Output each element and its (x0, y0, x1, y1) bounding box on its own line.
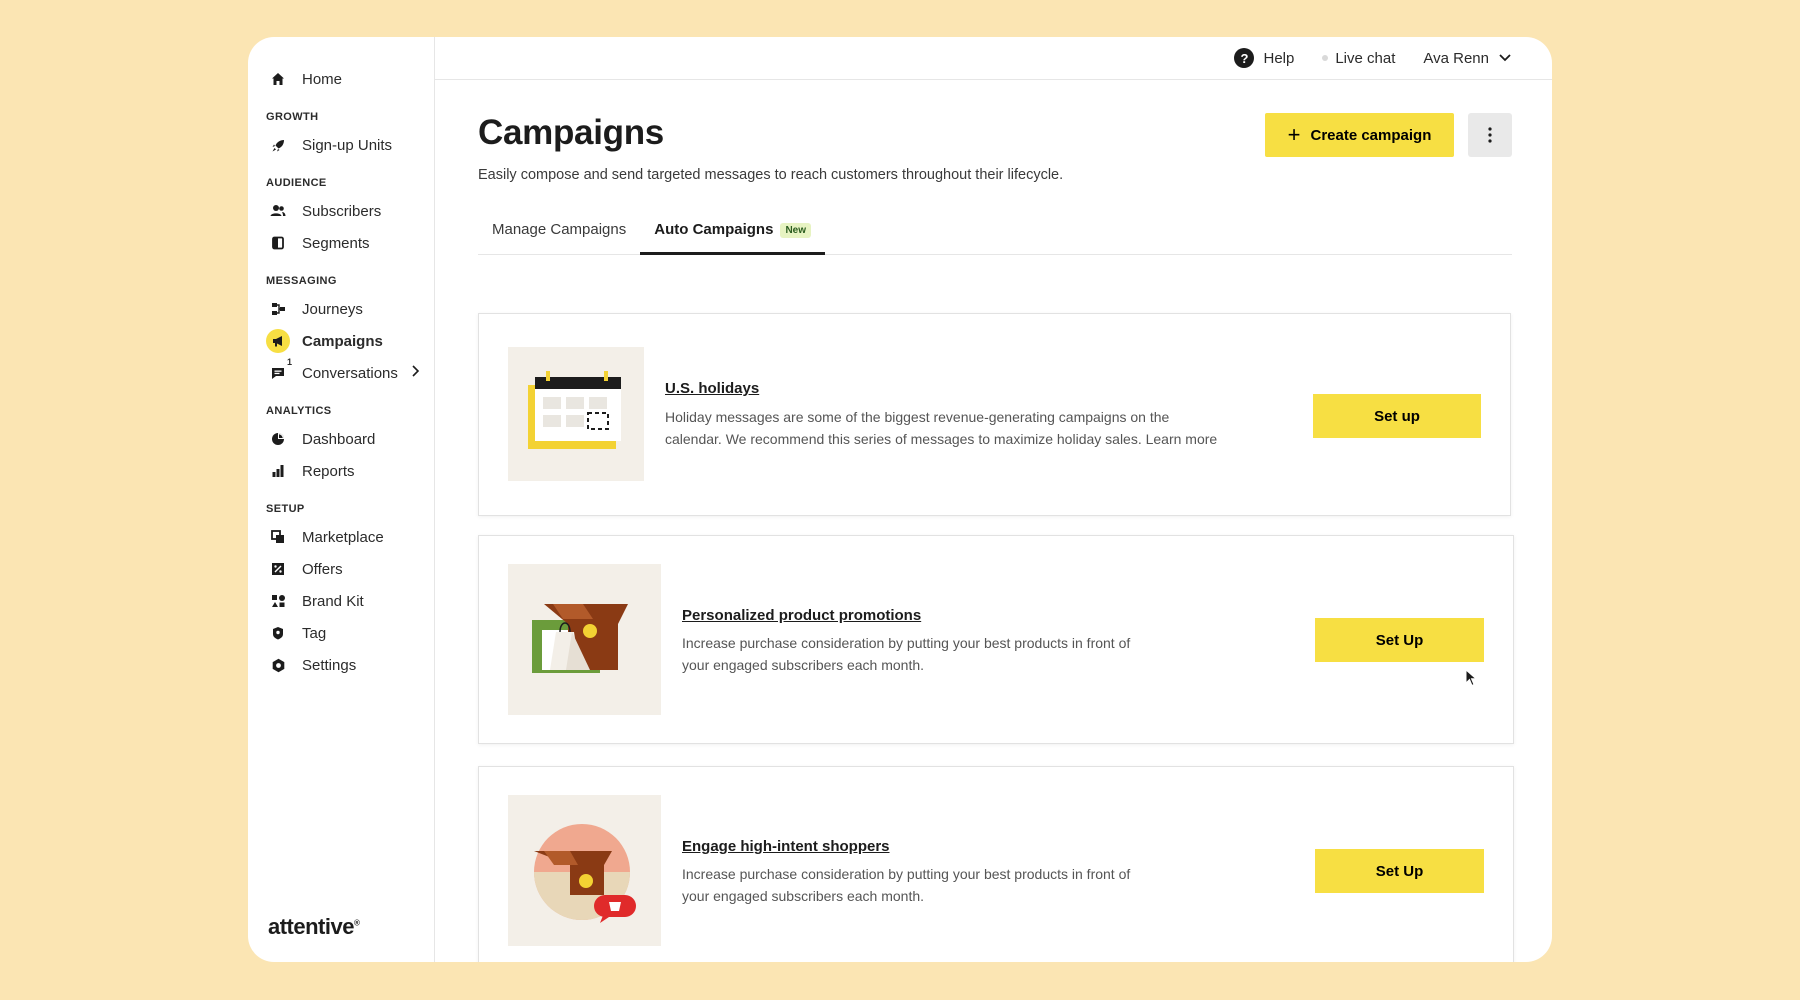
sidebar-item-journeys[interactable]: Journeys (266, 295, 434, 323)
chevron-down-icon (1498, 53, 1512, 63)
rocket-icon (266, 133, 290, 157)
sidebar-item-label: Segments (302, 234, 370, 252)
marketplace-icon (266, 525, 290, 549)
sidebar-item-label: Offers (302, 560, 343, 578)
sidebar-item-label: Home (302, 70, 343, 88)
shapes-icon (266, 589, 290, 613)
sidebar-item-label: Campaigns (302, 332, 383, 350)
campaign-card-high-intent-shoppers: Engage high-intent shoppers Increase pur… (478, 766, 1514, 962)
conversations-count-badge: 1 (287, 357, 293, 367)
sidebar-item-tag[interactable]: Tag (266, 619, 434, 647)
sidebar-item-label: Subscribers (302, 202, 382, 220)
live-chat-link[interactable]: Live chat (1322, 50, 1395, 67)
sidebar-item-label: Sign-up Units (302, 136, 393, 154)
set-up-button[interactable]: Set up (1313, 394, 1481, 438)
help-link[interactable]: ? Help (1234, 48, 1294, 68)
tabs: Manage Campaigns Auto Campaigns New (478, 213, 1512, 255)
create-campaign-button[interactable]: + Create campaign (1265, 113, 1454, 157)
sidebar-item-label: Marketplace (302, 528, 384, 546)
sidebar-item-label: Tag (302, 624, 327, 642)
sidebar-item-home[interactable]: Home (266, 65, 434, 93)
section-analytics: ANALYTICS (266, 405, 332, 417)
shopping-bag-illustration (508, 564, 661, 715)
sidebar-item-segments[interactable]: Segments (266, 229, 434, 257)
percent-tag-icon (266, 557, 290, 581)
sidebar: Home GROWTH Sign-up Units AUDIENCE Subsc… (248, 37, 435, 962)
card-title-link[interactable]: U.S. holidays (665, 380, 759, 397)
tab-manage-campaigns[interactable]: Manage Campaigns (478, 213, 640, 255)
main-area: ? Help Live chat Ava Renn Campaigns Easi… (435, 37, 1552, 962)
status-dot-icon (1322, 55, 1329, 61)
topbar: ? Help Live chat Ava Renn (435, 37, 1552, 80)
section-audience: AUDIENCE (266, 177, 327, 189)
set-up-button[interactable]: Set Up (1315, 618, 1484, 662)
section-growth: GROWTH (266, 111, 319, 123)
sidebar-item-label: Brand Kit (302, 592, 364, 610)
kebab-menu-icon (1488, 127, 1492, 143)
card-description: Increase purchase consideration by putti… (682, 866, 1131, 904)
tab-auto-campaigns[interactable]: Auto Campaigns New (640, 213, 825, 255)
campaign-card-holidays: U.S. holidays Holiday messages are some … (478, 313, 1511, 516)
sidebar-item-brand-kit[interactable]: Brand Kit (266, 587, 434, 615)
campaign-card-product-promotions: Personalized product promotions Increase… (478, 535, 1514, 744)
sidebar-item-label: Settings (302, 656, 357, 674)
tag-icon (266, 621, 290, 645)
users-icon (266, 199, 290, 223)
section-messaging: MESSAGING (266, 275, 337, 287)
card-description: Increase purchase consideration by putti… (682, 635, 1131, 673)
header-actions: + Create campaign (1265, 113, 1512, 157)
sidebar-item-settings[interactable]: Settings (266, 651, 434, 679)
home-icon (266, 67, 290, 91)
section-setup: SETUP (266, 503, 305, 515)
user-menu[interactable]: Ava Renn (1423, 50, 1512, 67)
help-icon: ? (1234, 48, 1255, 68)
page-subtitle: Easily compose and send targeted message… (478, 167, 1064, 183)
journeys-icon (266, 297, 290, 321)
plus-icon: + (1287, 122, 1301, 147)
sidebar-item-reports[interactable]: Reports (266, 457, 434, 485)
sidebar-item-campaigns[interactable]: Campaigns (266, 327, 434, 355)
attentive-logo[interactable]: attentive® (268, 914, 360, 940)
calendar-illustration (508, 347, 644, 481)
card-title-link[interactable]: Personalized product promotions (682, 607, 921, 624)
sidebar-item-marketplace[interactable]: Marketplace (266, 523, 434, 551)
sidebar-item-dashboard[interactable]: Dashboard (266, 425, 434, 453)
more-options-button[interactable] (1468, 113, 1512, 157)
segments-icon (266, 231, 290, 255)
app-window: Home GROWTH Sign-up Units AUDIENCE Subsc… (248, 37, 1552, 962)
gear-icon (266, 653, 290, 677)
sidebar-item-conversations[interactable]: 1 Conversations (266, 357, 434, 387)
shoppers-illustration (508, 795, 661, 946)
content: Campaigns Easily compose and send target… (478, 80, 1514, 962)
sidebar-item-offers[interactable]: Offers (266, 555, 434, 583)
pie-chart-icon (266, 427, 290, 451)
new-badge: New (780, 223, 811, 238)
card-description: Holiday messages are some of the biggest… (665, 409, 1218, 447)
mouse-cursor-icon (1465, 668, 1478, 692)
set-up-button[interactable]: Set Up (1315, 849, 1484, 893)
card-title-link[interactable]: Engage high-intent shoppers (682, 838, 890, 855)
sidebar-item-label: Journeys (302, 300, 363, 318)
sidebar-item-signup-units[interactable]: Sign-up Units (266, 131, 434, 159)
sidebar-item-subscribers[interactable]: Subscribers (266, 197, 434, 225)
sidebar-item-label: Dashboard (302, 430, 376, 448)
sidebar-item-label: Conversations (302, 364, 398, 382)
chevron-right-icon[interactable] (410, 364, 420, 382)
megaphone-icon (266, 329, 290, 353)
sidebar-item-label: Reports (302, 462, 355, 480)
bar-chart-icon (266, 459, 290, 483)
